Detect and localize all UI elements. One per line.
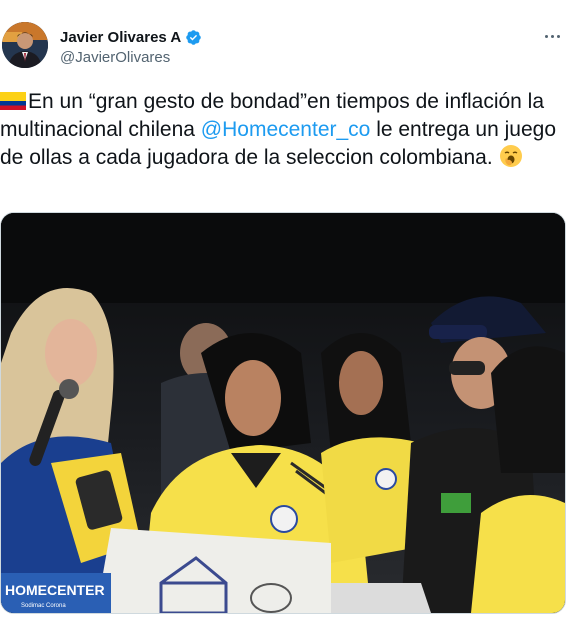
more-dots-icon: [544, 34, 548, 38]
tv-screen-photo-icon: HOMECENTER Sodimac Corona: [1, 213, 565, 613]
more-options-button[interactable]: [540, 24, 564, 48]
tweet-text: En un “gran gesto de bondad”en tiempos d…: [0, 88, 560, 172]
tweet-card[interactable]: Javier Olivares A @JavierOlivares En un …: [0, 0, 570, 617]
tweet-media-image[interactable]: HOMECENTER Sodimac Corona: [0, 212, 566, 614]
yawning-face-icon: [499, 145, 522, 167]
author-handle[interactable]: @JavierOlivares: [60, 49, 202, 66]
banner-subtext: Sodimac Corona: [21, 603, 66, 609]
author-name[interactable]: Javier Olivares A: [60, 29, 181, 46]
verified-badge-icon: [186, 29, 201, 45]
avatar-photo-icon: [2, 22, 48, 68]
colombia-flag-icon: [0, 92, 26, 110]
banner-text: HOMECENTER: [5, 582, 105, 598]
mention-link[interactable]: @Homecenter_co: [201, 118, 371, 141]
author-avatar[interactable]: [2, 22, 48, 68]
author-info: Javier Olivares A @JavierOlivares: [60, 27, 202, 66]
